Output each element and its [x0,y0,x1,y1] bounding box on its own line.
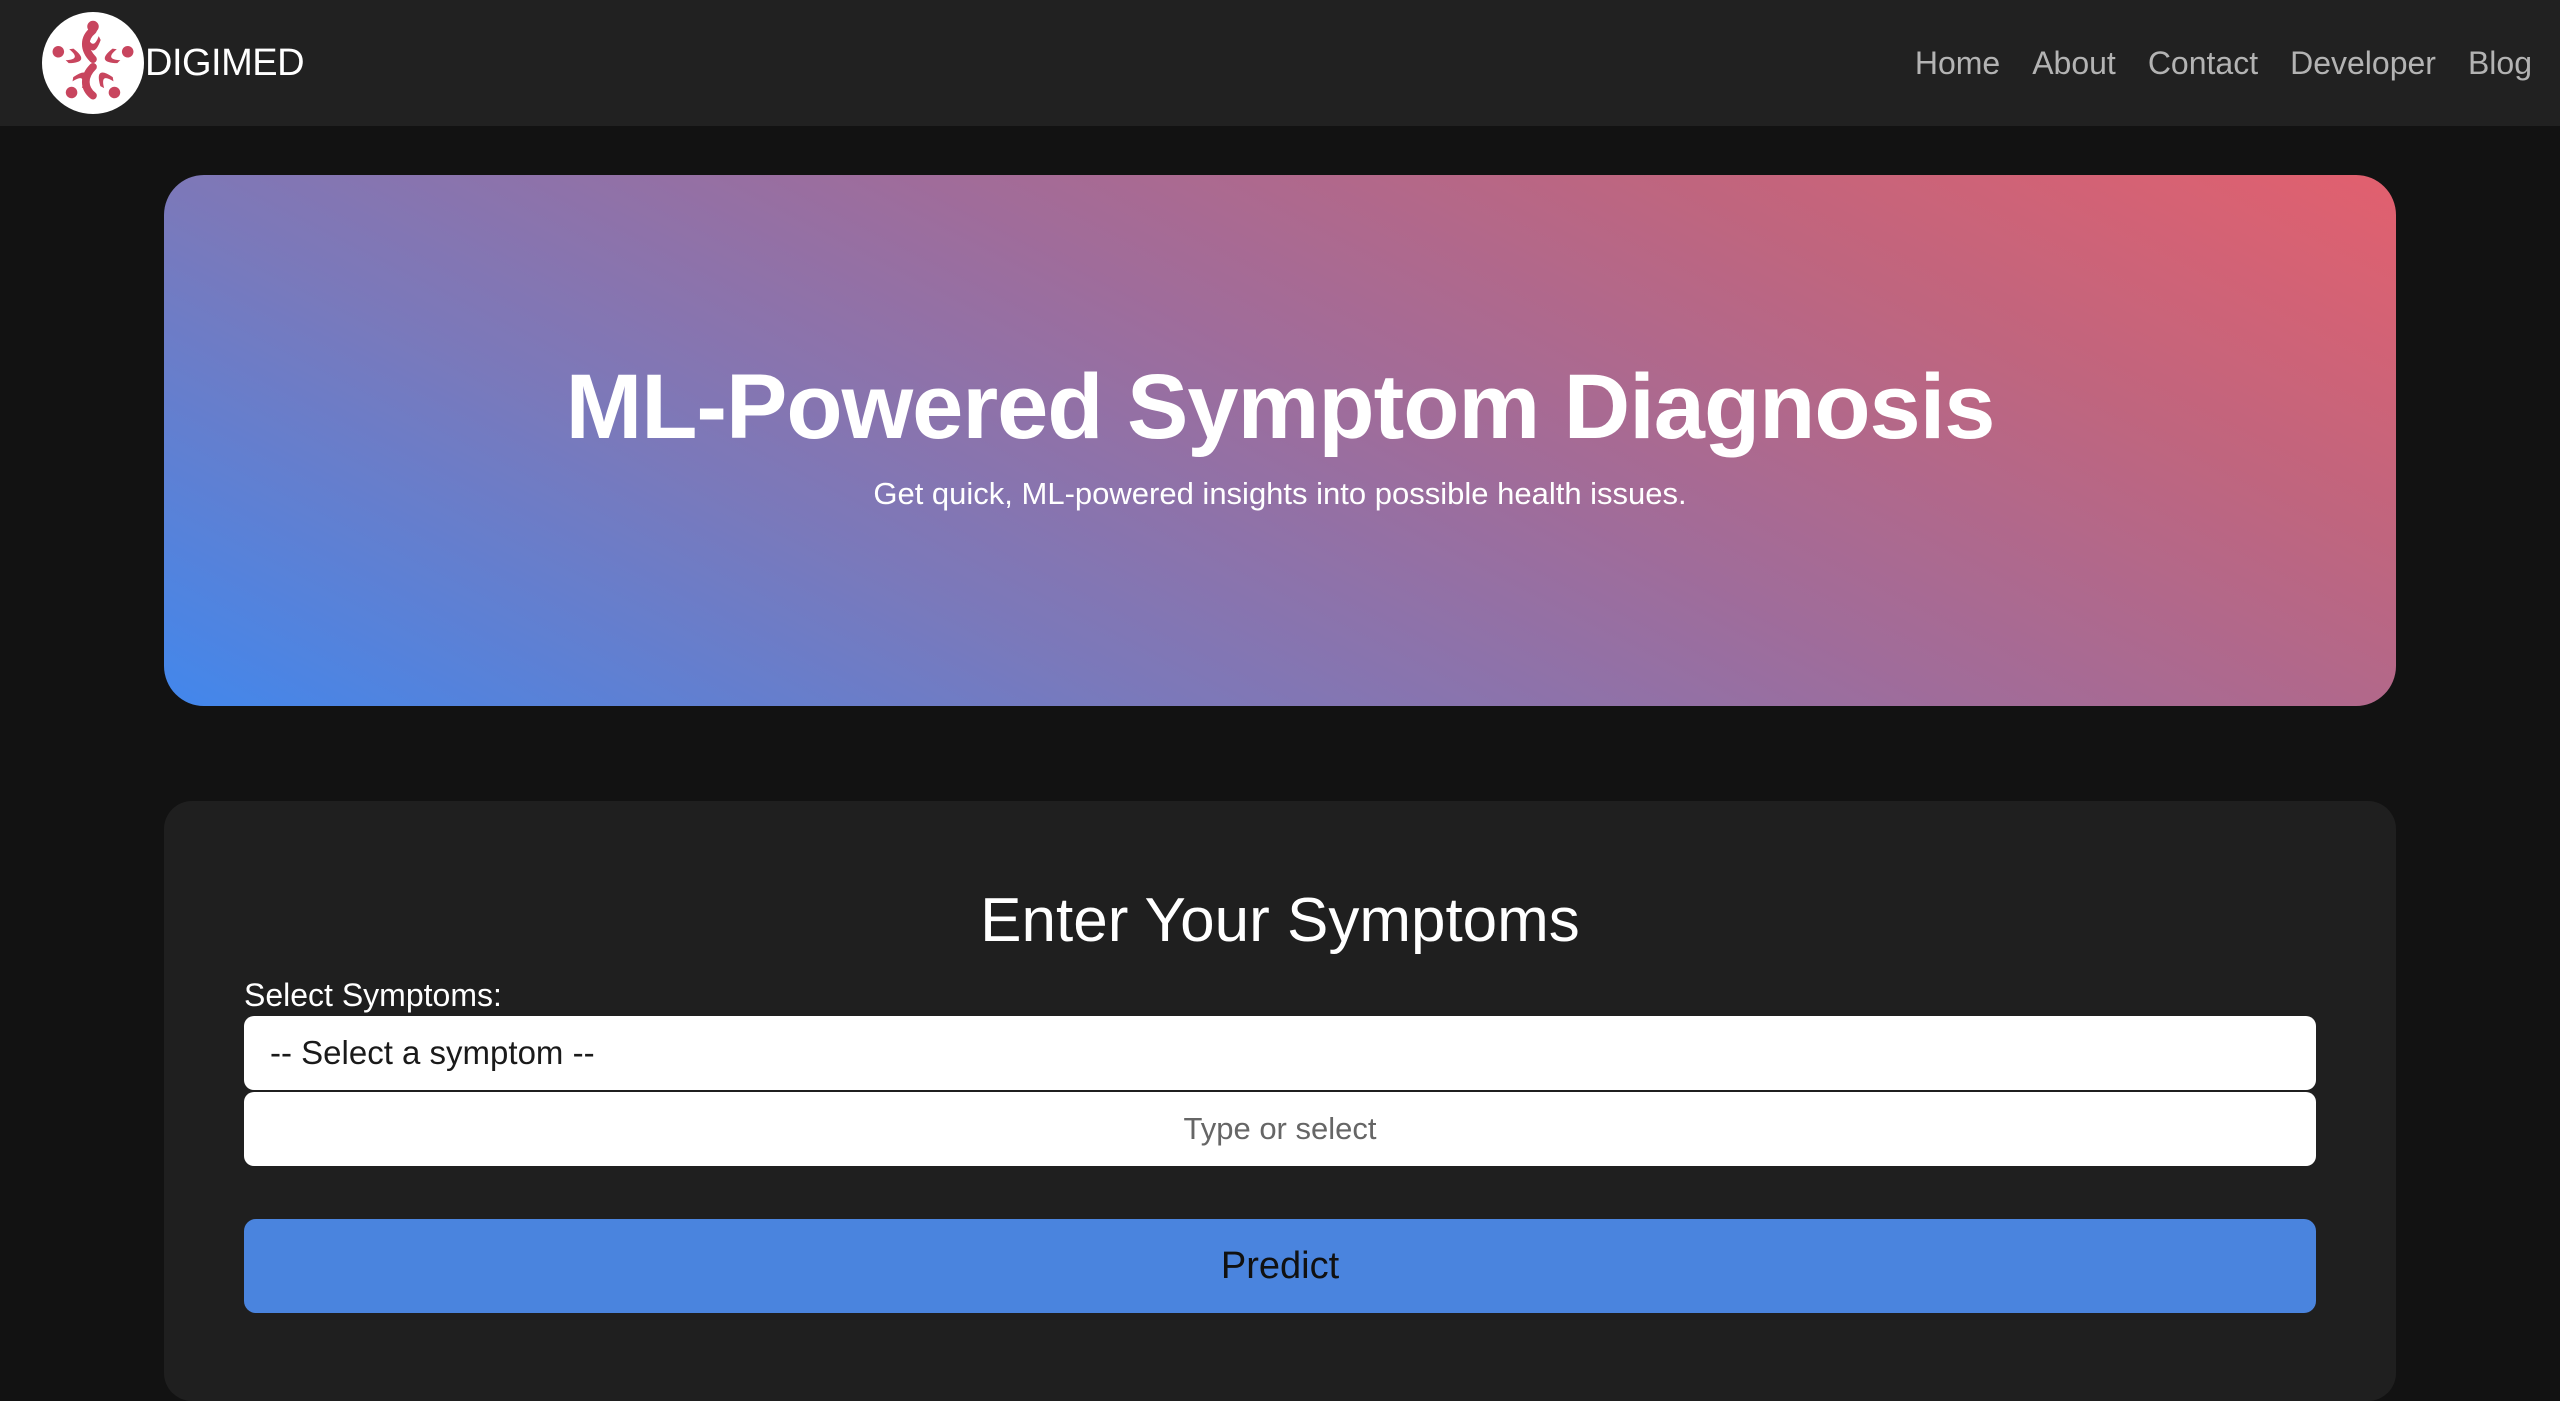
nav-link-contact[interactable]: Contact [2148,45,2258,82]
hero-title: ML-Powered Symptom Diagnosis [565,355,1996,458]
form-title: Enter Your Symptoms [980,886,1580,955]
brand-link[interactable]: DIGIMED [42,12,305,114]
symptom-select-value: -- Select a symptom -- [270,1034,595,1072]
symptom-form-card: Enter Your Symptoms Select Symptoms: -- … [164,801,2396,1401]
symptom-search-input[interactable] [244,1092,2316,1167]
navbar: DIGIMED Home About Contact Developer Blo… [0,0,2560,126]
nav-link-home[interactable]: Home [1915,45,2000,82]
nav-link-blog[interactable]: Blog [2468,45,2532,82]
nav-link-about[interactable]: About [2032,45,2116,82]
nav-link-developer[interactable]: Developer [2290,45,2436,82]
brand-name: DIGIMED [145,41,305,84]
symptom-select[interactable]: -- Select a symptom -- [244,1016,2316,1091]
symptoms-label: Select Symptoms: [244,977,502,1014]
digimed-logo-icon [42,12,144,114]
hero-subtitle: Get quick, ML-powered insights into poss… [873,476,1687,512]
predict-button[interactable]: Predict [244,1219,2316,1314]
hero-banner: ML-Powered Symptom Diagnosis Get quick, … [164,175,2396,706]
nav-links: Home About Contact Developer Blog [1915,45,2532,82]
